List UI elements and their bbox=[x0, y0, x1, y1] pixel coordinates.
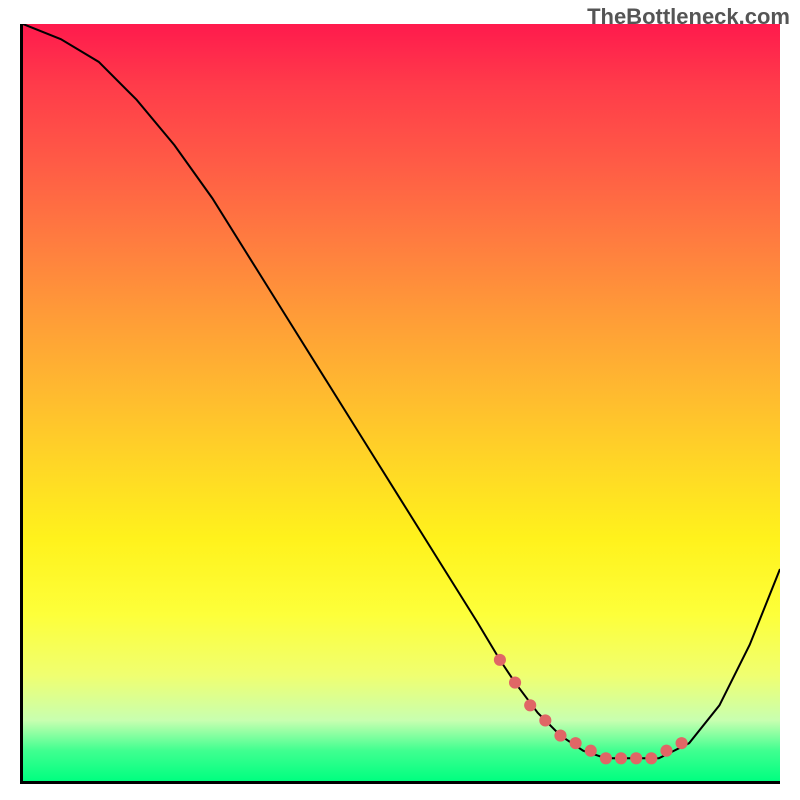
marker-dot bbox=[524, 699, 536, 711]
plot-area bbox=[20, 24, 780, 784]
marker-dot bbox=[585, 745, 597, 757]
marker-dot bbox=[509, 677, 521, 689]
marker-dot bbox=[600, 752, 612, 764]
marker-dot bbox=[645, 752, 657, 764]
marker-dot bbox=[554, 730, 566, 742]
marker-dot bbox=[570, 737, 582, 749]
bottleneck-curve bbox=[23, 24, 780, 758]
marker-dot bbox=[539, 714, 551, 726]
marker-dot bbox=[660, 745, 672, 757]
marker-dot bbox=[630, 752, 642, 764]
optimal-zone-markers bbox=[494, 654, 688, 765]
marker-dot bbox=[615, 752, 627, 764]
chart-container: TheBottleneck.com bbox=[0, 0, 800, 800]
marker-dot bbox=[676, 737, 688, 749]
curve-svg bbox=[23, 24, 780, 781]
watermark-text: TheBottleneck.com bbox=[587, 4, 790, 30]
marker-dot bbox=[494, 654, 506, 666]
